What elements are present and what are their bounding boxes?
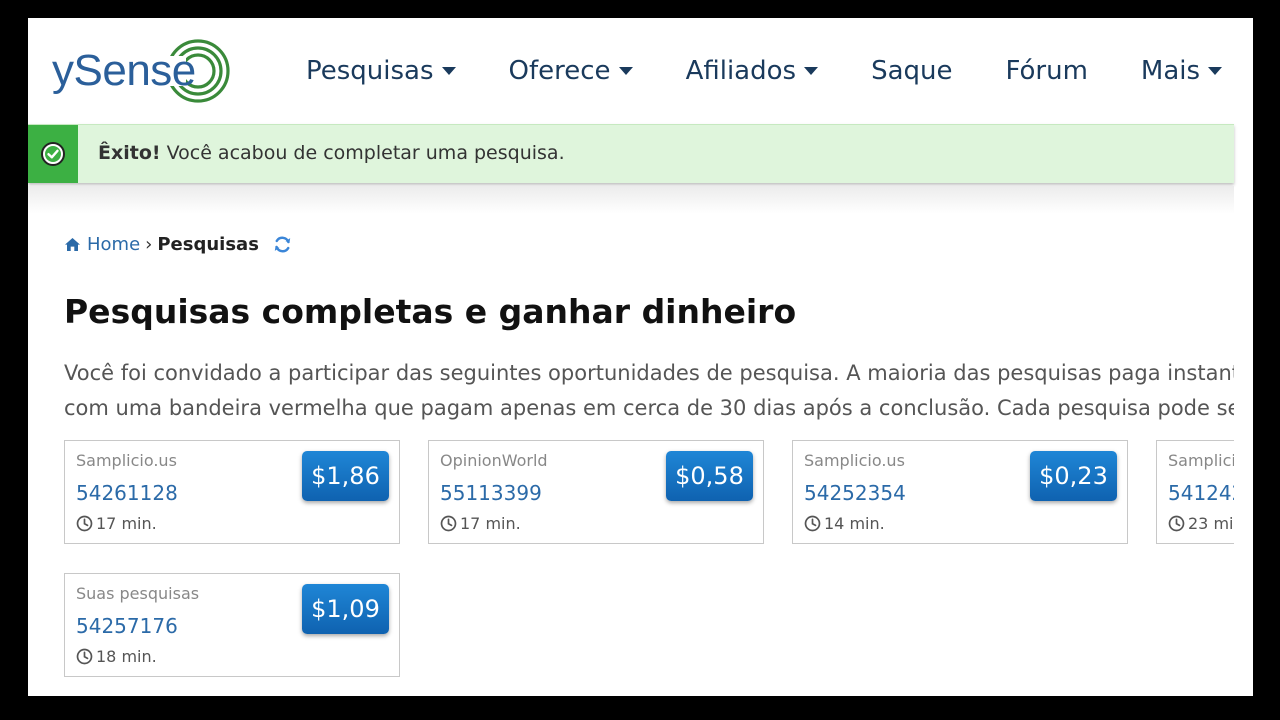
survey-provider: Samplicio.us: [76, 451, 177, 470]
success-alert: Êxito! Você acabou de completar uma pesq…: [28, 124, 1234, 183]
survey-price-button[interactable]: $1,86: [302, 451, 389, 501]
survey-list: Samplicio.us 54261128 17 min. $1,86 Opin…: [64, 440, 1234, 696]
breadcrumb: Home › Pesquisas: [64, 234, 292, 255]
description-line-2: com uma bandeira vermelha que pagam apen…: [64, 396, 1234, 420]
nav-label: Oferece: [508, 56, 611, 86]
survey-card[interactable]: Samplicio.us 54261128 17 min. $1,86: [64, 440, 400, 544]
caret-down-icon: [804, 67, 819, 75]
survey-price-button[interactable]: $1,09: [302, 584, 389, 634]
breadcrumb-home-link[interactable]: Home: [87, 234, 140, 255]
nav-mais[interactable]: Mais: [1140, 56, 1223, 86]
caret-down-icon: [1208, 67, 1223, 75]
nav-label: Afiliados: [685, 56, 797, 86]
survey-id-link[interactable]: 54261128: [76, 481, 178, 505]
nav-saque[interactable]: Saque: [871, 56, 952, 86]
site-header: ySense Pesquisas Oferece Afiliados Saque…: [28, 18, 1253, 124]
survey-duration-text: 17 min.: [460, 514, 521, 533]
header-shadow-band: [28, 186, 1234, 214]
main-nav: Pesquisas Oferece Afiliados Saque Fórum …: [306, 52, 1253, 90]
ysense-logo[interactable]: ySense: [52, 36, 230, 106]
survey-duration: 18 min.: [76, 647, 157, 666]
check-circle-icon: [41, 142, 65, 166]
clock-icon: [76, 515, 93, 532]
page-description: Você foi convidado a participar das segu…: [64, 356, 1234, 426]
clock-icon: [1168, 515, 1185, 532]
survey-id-link[interactable]: 541242: [1168, 481, 1234, 505]
survey-price-button[interactable]: $0,58: [666, 451, 753, 501]
clock-icon: [440, 515, 457, 532]
nav-pesquisas[interactable]: Pesquisas: [306, 56, 456, 86]
survey-duration: 17 min.: [76, 514, 157, 533]
home-icon[interactable]: [64, 237, 81, 252]
nav-label: Fórum: [1005, 56, 1088, 86]
survey-provider: Samplicio.us: [804, 451, 905, 470]
clock-icon: [76, 648, 93, 665]
refresh-icon: [274, 236, 291, 253]
survey-duration-text: 18 min.: [96, 647, 157, 666]
nav-label: Saque: [871, 56, 953, 86]
survey-id-link[interactable]: 54252354: [804, 481, 906, 505]
survey-card[interactable]: OpinionWorld 55113399 17 min. $0,58: [428, 440, 764, 544]
logo-text: ySense: [52, 46, 196, 95]
alert-strong: Êxito!: [98, 142, 161, 164]
nav-label: Pesquisas: [306, 56, 434, 86]
survey-card[interactable]: Suas pesquisas 54257176 18 min. $1,09: [64, 573, 400, 677]
survey-price-button[interactable]: $0,23: [1030, 451, 1117, 501]
survey-duration: 14 min.: [804, 514, 885, 533]
nav-oferece[interactable]: Oferece: [509, 56, 633, 86]
survey-id-link[interactable]: 55113399: [440, 481, 542, 505]
description-line-1: Você foi convidado a participar das segu…: [64, 361, 1234, 385]
caret-down-icon: [618, 67, 633, 75]
nav-afiliados[interactable]: Afiliados: [686, 56, 819, 86]
alert-body: Você acabou de completar uma pesquisa.: [160, 142, 565, 164]
alert-icon-box: [28, 125, 78, 183]
survey-provider: OpinionWorld: [440, 451, 548, 470]
nav-forum[interactable]: Fórum: [1005, 56, 1087, 86]
survey-id-link[interactable]: 54257176: [76, 614, 178, 638]
page-title: Pesquisas completas e ganhar dinheiro: [64, 292, 797, 331]
clock-icon: [804, 515, 821, 532]
survey-duration-text: 17 min.: [96, 514, 157, 533]
nav-label: Mais: [1140, 56, 1201, 86]
survey-duration: 17 min.: [440, 514, 521, 533]
survey-provider: Samplicio: [1168, 451, 1234, 470]
browser-viewport: ySense Pesquisas Oferece Afiliados Saque…: [28, 18, 1253, 696]
caret-down-icon: [441, 67, 456, 75]
survey-duration-text: 23 min.: [1188, 514, 1234, 533]
survey-duration-text: 14 min.: [824, 514, 885, 533]
refresh-button[interactable]: [273, 235, 292, 254]
survey-duration: 23 min.: [1168, 514, 1234, 533]
survey-provider: Suas pesquisas: [76, 584, 200, 603]
breadcrumb-current: Pesquisas: [157, 234, 259, 255]
alert-message: Êxito! Você acabou de completar uma pesq…: [98, 142, 565, 164]
breadcrumb-separator: ›: [145, 234, 153, 255]
survey-card-partial[interactable]: Samplicio 541242 23 min.: [1156, 440, 1234, 544]
survey-card[interactable]: Samplicio.us 54252354 14 min. $0,23: [792, 440, 1128, 544]
